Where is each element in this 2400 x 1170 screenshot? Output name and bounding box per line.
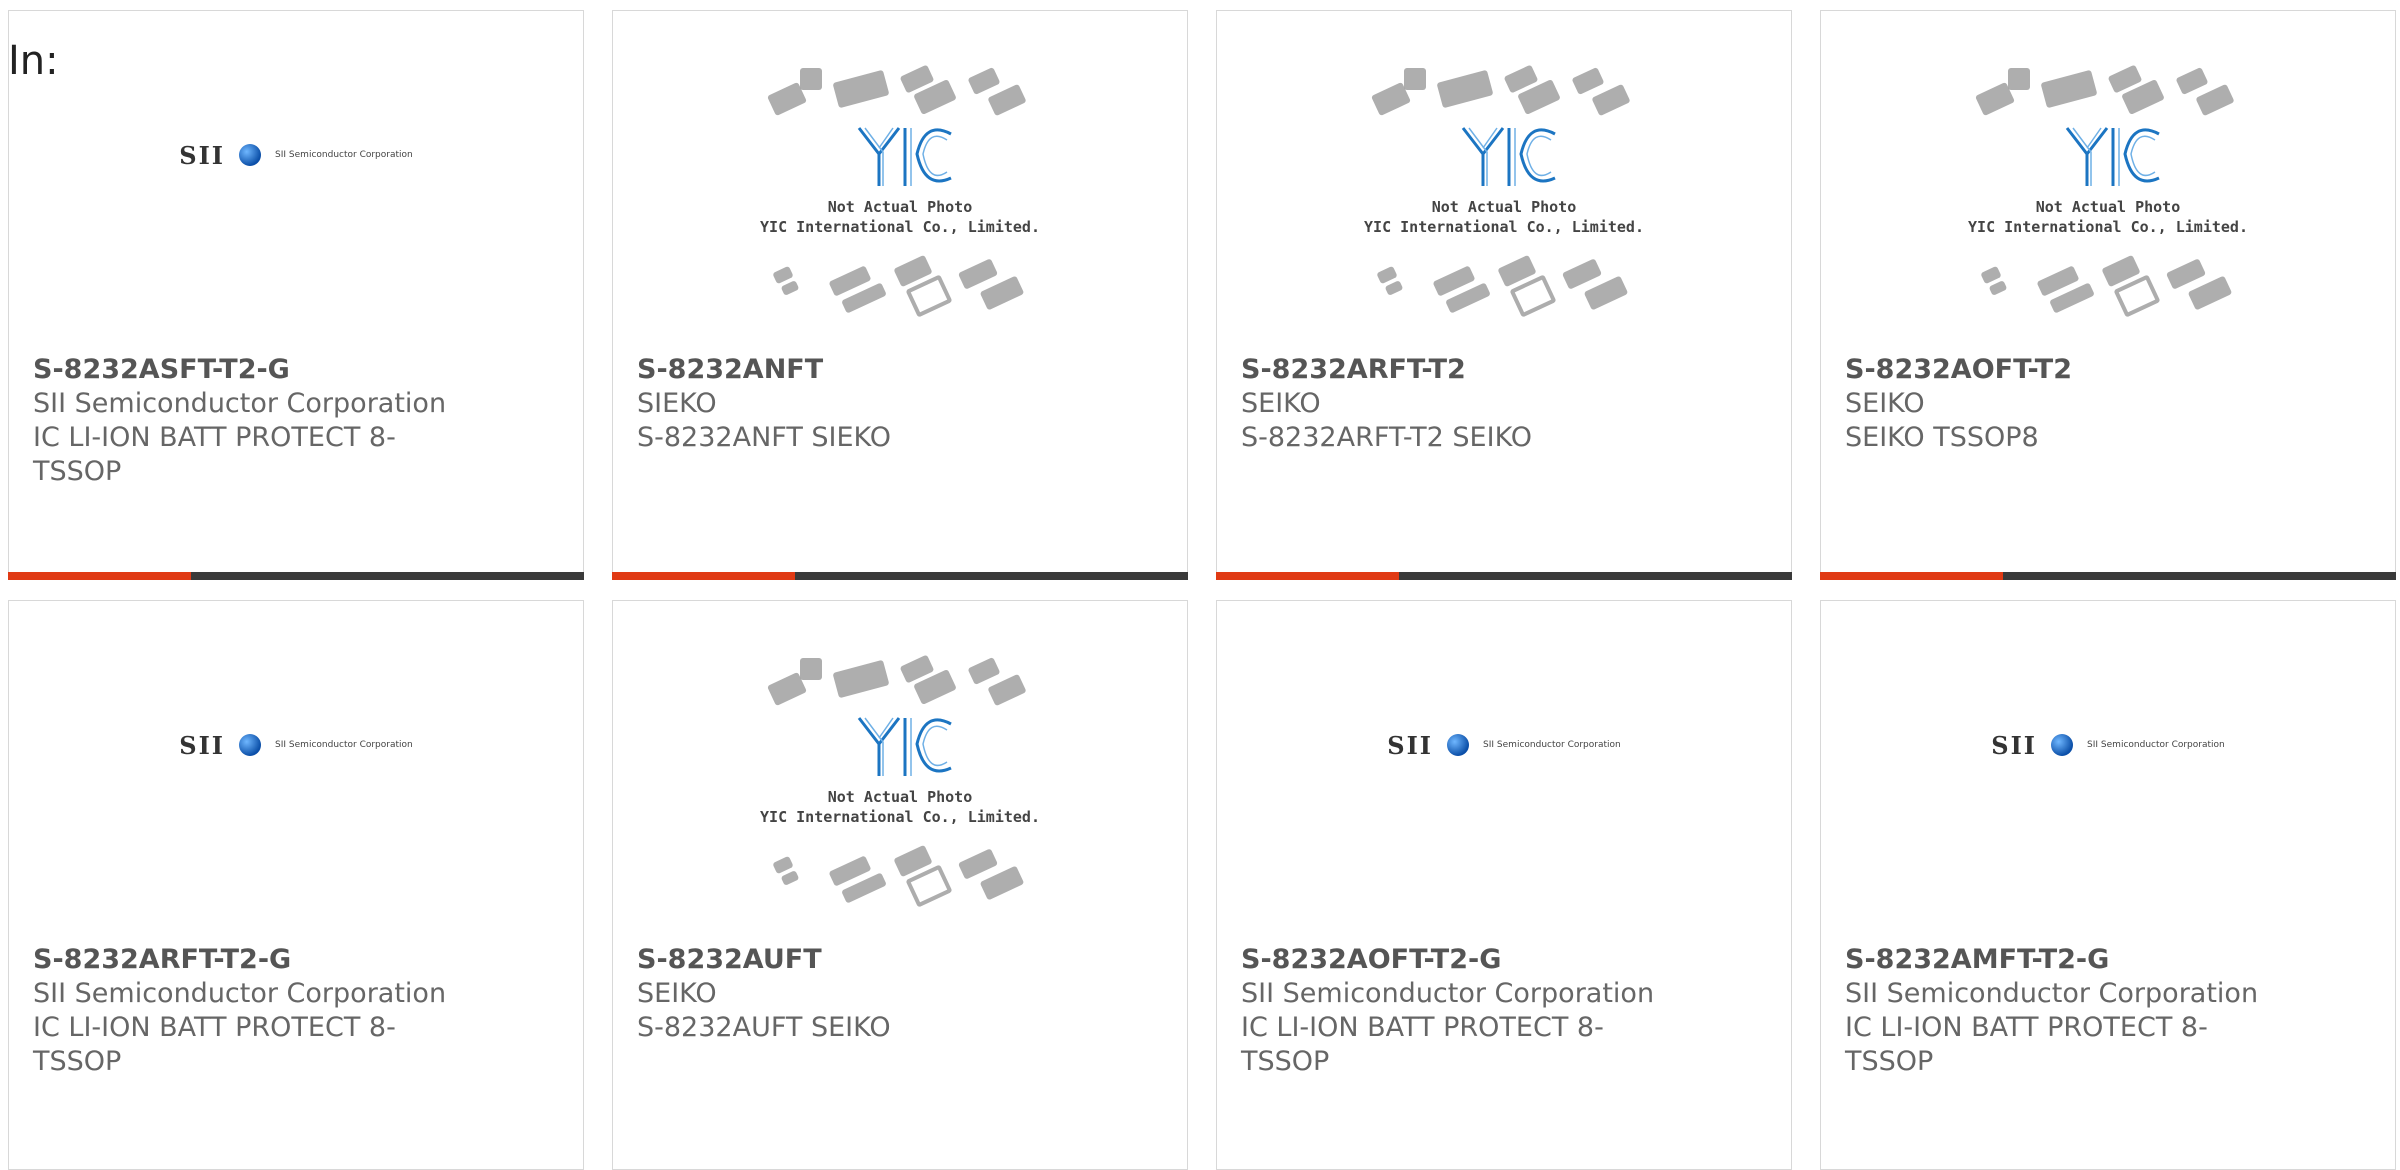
yic-company-caption: YIC International Co., Limited. xyxy=(760,808,1040,826)
product-card[interactable]: Not Actual Photo YIC International Co., … xyxy=(612,10,1188,580)
yic-logo-icon xyxy=(1461,127,1556,186)
filter-label: In: xyxy=(8,38,59,84)
yic-logo-icon xyxy=(857,127,952,186)
part-number-link[interactable]: S-8232AOFT-T2-G xyxy=(1241,943,1661,977)
yic-placeholder-image: Not Actual Photo YIC International Co., … xyxy=(1364,64,1644,318)
part-number-link[interactable]: S-8232ARFT-T2 xyxy=(1241,353,1661,387)
sii-globe-icon xyxy=(1447,734,1470,756)
sii-globe-icon xyxy=(2051,734,2074,756)
description: IC LI-ION BATT PROTECT 8-TSSOP xyxy=(33,422,396,487)
product-image[interactable]: Not Actual Photo YIC International Co., … xyxy=(1821,11,2395,351)
manufacturer: SIEKO xyxy=(637,388,717,419)
not-actual-photo-caption: Not Actual Photo xyxy=(827,788,973,806)
chip-packages-icon xyxy=(1364,64,1644,117)
chip-packages-icon xyxy=(760,64,1040,117)
chip-packages-icon xyxy=(760,844,1040,908)
part-number-link[interactable]: S-8232ARFT-T2-G xyxy=(33,943,453,977)
chip-packages-icon xyxy=(1968,254,2248,318)
manufacturer: SEIKO xyxy=(637,978,717,1009)
card-hover-bar-accent xyxy=(612,572,795,580)
manufacturer: SII Semiconductor Corporation xyxy=(1845,978,2259,1009)
card-hover-bar xyxy=(8,572,584,580)
part-number-link[interactable]: S-8232AMFT-T2-G xyxy=(1845,943,2265,977)
sii-logo-image: SII SII Semiconductor Corporation xyxy=(1991,731,2224,760)
manufacturer: SII Semiconductor Corporation xyxy=(1241,978,1655,1009)
chip-packages-icon xyxy=(1968,64,2248,117)
sii-logo-subtitle: SII Semiconductor Corporation xyxy=(275,740,413,750)
chip-packages-icon xyxy=(760,254,1040,318)
part-number-link[interactable]: S-8232ANFT xyxy=(637,353,1057,387)
card-hover-bar-accent xyxy=(8,572,191,580)
description: S-8232AUFT SEIKO xyxy=(637,1012,891,1043)
card-hover-bar-accent xyxy=(1216,572,1399,580)
sii-logo-mark: SII xyxy=(1991,730,2038,760)
product-image[interactable]: SII SII Semiconductor Corporation xyxy=(9,601,583,941)
sii-logo-mark: SII xyxy=(1387,730,1434,760)
manufacturer: SII Semiconductor Corporation xyxy=(33,978,447,1009)
yic-company-caption: YIC International Co., Limited. xyxy=(1968,218,2248,236)
card-hover-bar xyxy=(1820,572,2396,580)
yic-placeholder-image: Not Actual Photo YIC International Co., … xyxy=(760,654,1040,908)
manufacturer: SII Semiconductor Corporation xyxy=(33,388,447,419)
part-number-link[interactable]: S-8232ASFT-T2-G xyxy=(33,353,453,387)
sii-logo-image: SII SII Semiconductor Corporation xyxy=(1387,731,1620,760)
sii-globe-icon xyxy=(239,734,262,756)
yic-logo-icon xyxy=(2065,127,2160,186)
card-hover-bar xyxy=(1216,572,1792,580)
sii-globe-icon xyxy=(239,144,262,166)
not-actual-photo-caption: Not Actual Photo xyxy=(827,198,973,216)
yic-placeholder-image: Not Actual Photo YIC International Co., … xyxy=(1968,64,2248,318)
manufacturer: SEIKO xyxy=(1241,388,1321,419)
sii-logo-subtitle: SII Semiconductor Corporation xyxy=(275,150,413,160)
product-image[interactable]: Not Actual Photo YIC International Co., … xyxy=(1217,11,1791,351)
product-card[interactable]: Not Actual Photo YIC International Co., … xyxy=(1216,10,1792,580)
card-hover-bar-accent xyxy=(1820,572,2003,580)
sii-logo-image: SII SII Semiconductor Corporation xyxy=(179,731,412,760)
description: IC LI-ION BATT PROTECT 8-TSSOP xyxy=(33,1012,396,1077)
yic-logo-icon xyxy=(857,717,952,776)
product-card[interactable]: SII SII Semiconductor Corporation S-8232… xyxy=(1820,600,2396,1170)
description: IC LI-ION BATT PROTECT 8-TSSOP xyxy=(1241,1012,1604,1077)
yic-placeholder-image: Not Actual Photo YIC International Co., … xyxy=(760,64,1040,318)
sii-logo-mark: SII xyxy=(179,140,226,170)
sii-logo-mark: SII xyxy=(179,730,226,760)
chip-packages-icon xyxy=(760,654,1040,707)
sii-logo-image: SII SII Semiconductor Corporation xyxy=(179,141,412,170)
part-number-link[interactable]: S-8232AOFT-T2 xyxy=(1845,353,2265,387)
product-card[interactable]: SII SII Semiconductor Corporation S-8232… xyxy=(1216,600,1792,1170)
not-actual-photo-caption: Not Actual Photo xyxy=(1431,198,1577,216)
sii-logo-subtitle: SII Semiconductor Corporation xyxy=(2087,740,2225,750)
not-actual-photo-caption: Not Actual Photo xyxy=(2035,198,2181,216)
description: IC LI-ION BATT PROTECT 8-TSSOP xyxy=(1845,1012,2208,1077)
product-image[interactable]: Not Actual Photo YIC International Co., … xyxy=(613,601,1187,941)
sii-logo-subtitle: SII Semiconductor Corporation xyxy=(1483,740,1621,750)
yic-company-caption: YIC International Co., Limited. xyxy=(1364,218,1644,236)
chip-packages-icon xyxy=(1364,254,1644,318)
part-number-link[interactable]: S-8232AUFT xyxy=(637,943,1057,977)
product-image[interactable]: SII SII Semiconductor Corporation xyxy=(9,11,583,351)
manufacturer: SEIKO xyxy=(1845,388,1925,419)
description: S-8232ARFT-T2 SEIKO xyxy=(1241,422,1533,453)
product-image[interactable]: SII SII Semiconductor Corporation xyxy=(1821,601,2395,941)
card-hover-bar xyxy=(612,572,1188,580)
product-card[interactable]: SII SII Semiconductor Corporation S-8232… xyxy=(8,10,584,580)
product-card[interactable]: SII SII Semiconductor Corporation S-8232… xyxy=(8,600,584,1170)
product-grid: SII SII Semiconductor Corporation S-8232… xyxy=(0,0,2400,1170)
description: S-8232ANFT SIEKO xyxy=(637,422,892,453)
description: SEIKO TSSOP8 xyxy=(1845,422,2039,453)
product-image[interactable]: SII SII Semiconductor Corporation xyxy=(1217,601,1791,941)
product-card[interactable]: Not Actual Photo YIC International Co., … xyxy=(1820,10,2396,580)
product-card[interactable]: Not Actual Photo YIC International Co., … xyxy=(612,600,1188,1170)
yic-company-caption: YIC International Co., Limited. xyxy=(760,218,1040,236)
product-image[interactable]: Not Actual Photo YIC International Co., … xyxy=(613,11,1187,351)
